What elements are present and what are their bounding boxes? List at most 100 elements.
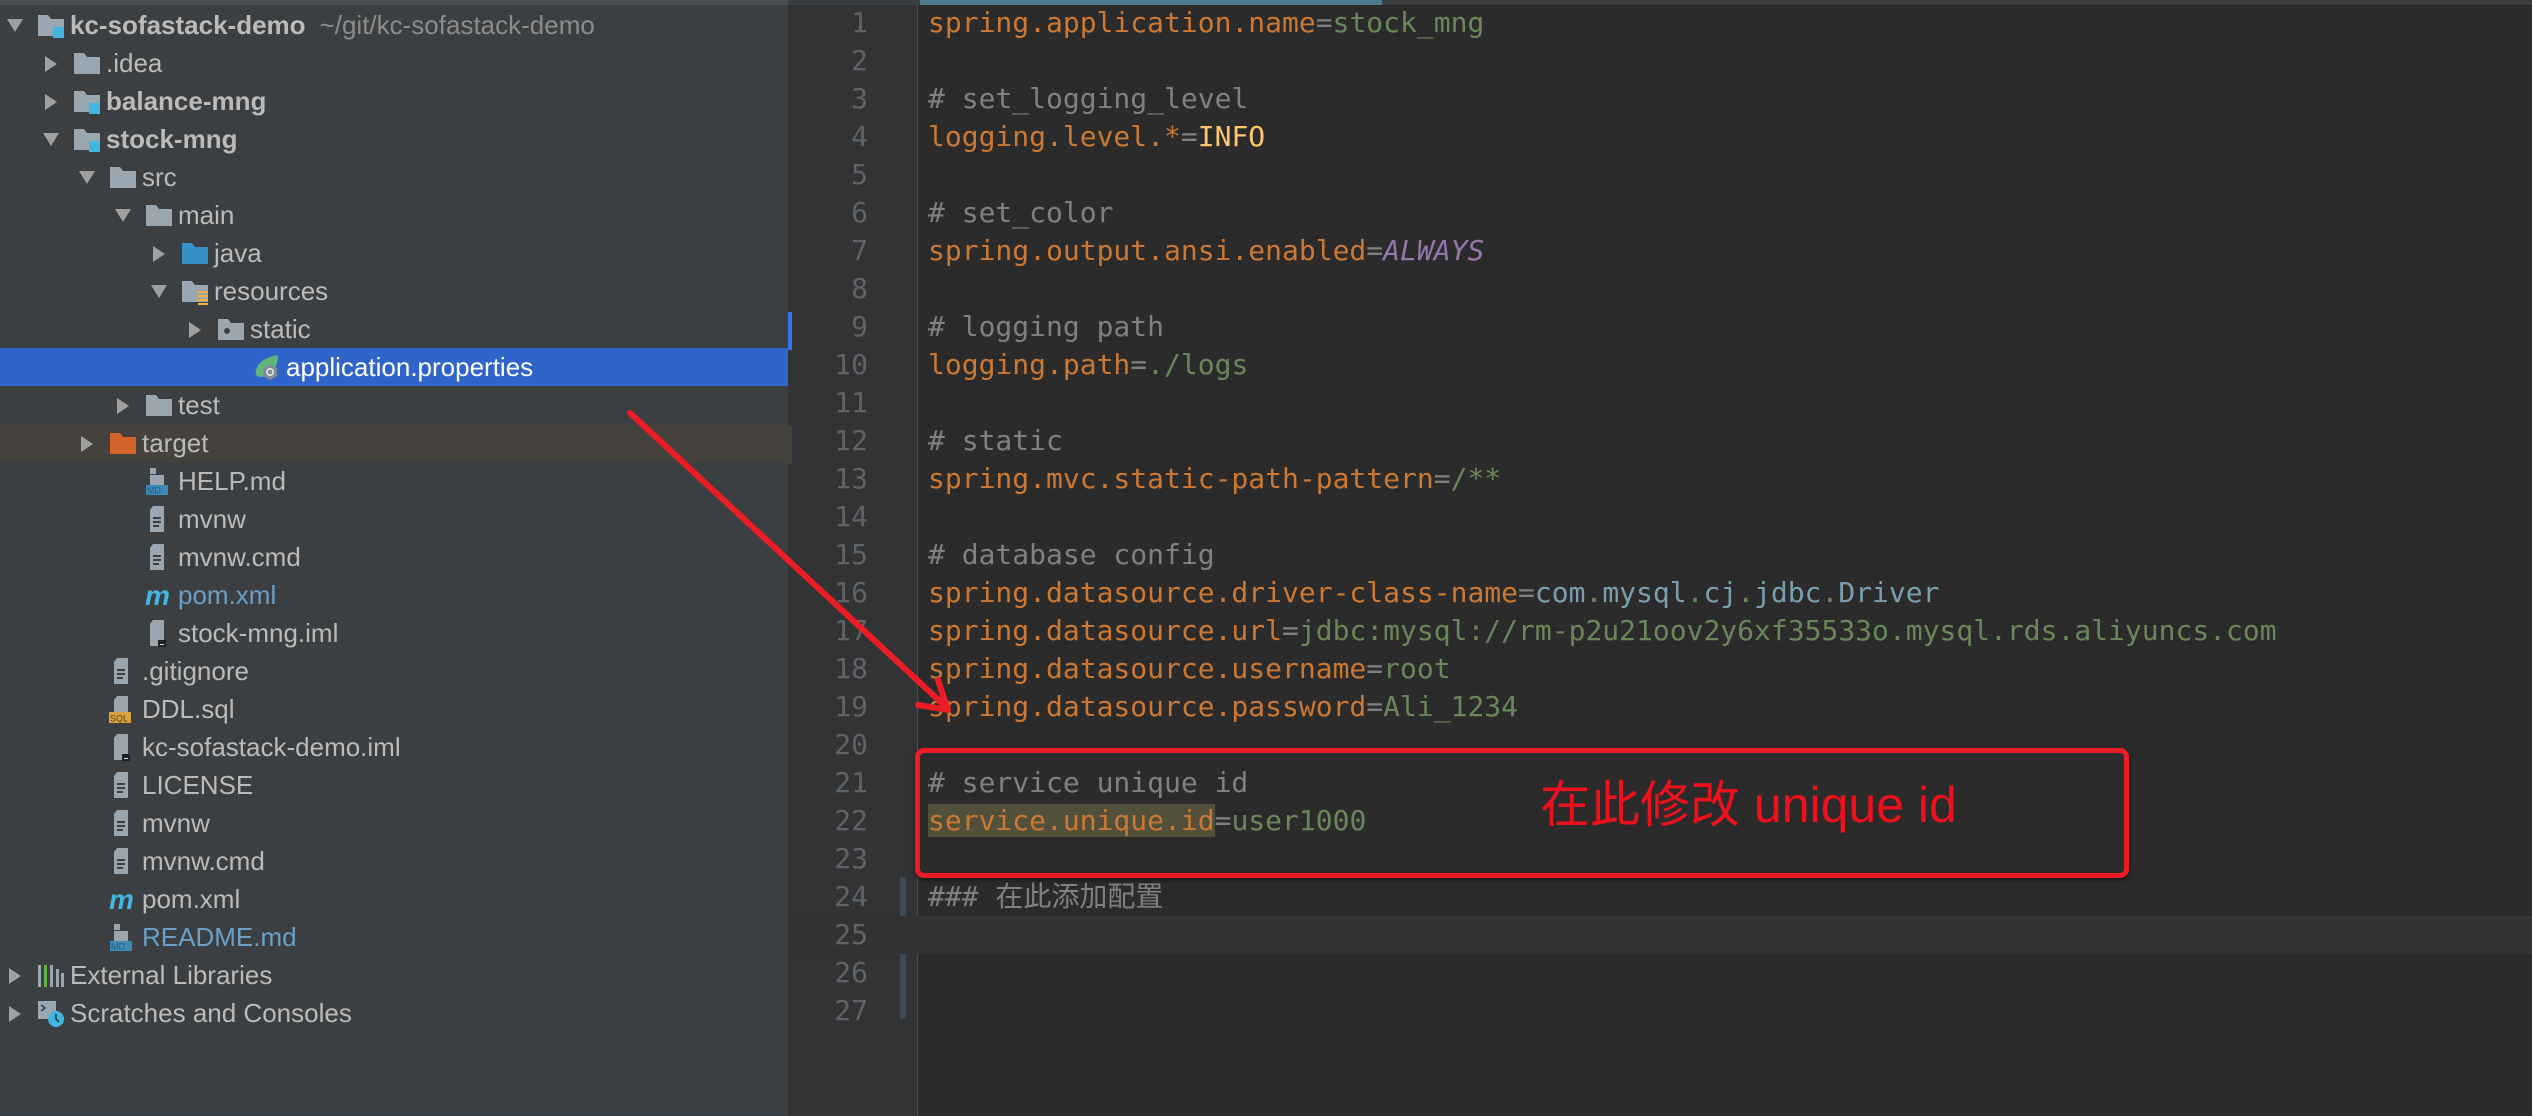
expand-arrow-down-icon[interactable] — [151, 285, 167, 298]
code-line[interactable]: 8 — [788, 270, 2532, 308]
tree-item[interactable]: LICENSE — [0, 766, 788, 804]
code-line[interactable]: 10 logging.path=./logs — [788, 346, 2532, 384]
code-token: Driver — [1838, 576, 1940, 609]
line-number: 10 — [834, 348, 868, 381]
line-number: 26 — [834, 956, 868, 989]
code-token: cj — [1703, 576, 1738, 609]
tree-item[interactable]: static — [0, 310, 788, 348]
code-token: spring.datasource.driver-class-name — [928, 576, 1519, 609]
tree-item[interactable]: m pom.xml — [0, 576, 788, 614]
code-line[interactable]: 6 # set_color — [788, 194, 2532, 232]
iml-file-icon — [144, 619, 174, 647]
resources-folder-icon — [180, 277, 210, 305]
expand-arrow-down-icon[interactable] — [7, 19, 23, 32]
code-line[interactable]: 4 logging.level.*=INFO — [788, 118, 2532, 156]
code-line[interactable]: 16 spring.datasource.driver-class-name=co… — [788, 574, 2532, 612]
line-number: 7 — [851, 234, 868, 267]
code-line[interactable]: 18 spring.datasource.username=root — [788, 650, 2532, 688]
expand-arrow-right-icon[interactable] — [153, 246, 165, 262]
tree-item-label: kc-sofastack-demo ~/git/kc-sofastack-demo — [70, 6, 595, 44]
expand-arrow-right-icon[interactable] — [81, 436, 93, 452]
tree-item[interactable]: .idea — [0, 44, 788, 82]
svg-text:MD: MD — [111, 942, 125, 952]
tree-item-label: kc-sofastack-demo.iml — [142, 728, 401, 766]
tree-item[interactable]: balance-mng — [0, 82, 788, 120]
line-number: 16 — [834, 576, 868, 609]
code-line[interactable]: 14 — [788, 498, 2532, 536]
expand-arrow-down-icon[interactable] — [79, 171, 95, 184]
maven-icon: m — [108, 884, 138, 915]
code-text: spring.datasource.password=Ali_1234 — [928, 688, 1518, 726]
code-line[interactable]: 3 # set_logging_level — [788, 80, 2532, 118]
tree-item[interactable]: target — [0, 424, 788, 462]
expand-arrow-right-icon[interactable] — [117, 398, 129, 414]
code-token: ALWAYS — [1383, 234, 1485, 267]
tree-item-label: mvnw.cmd — [142, 842, 265, 880]
tree-item[interactable]: mvnw.cmd — [0, 842, 788, 880]
tree-item-label: HELP.md — [178, 462, 286, 500]
text-file-icon — [108, 771, 138, 799]
code-token: spring.mvc.static-path-pattern — [928, 462, 1434, 495]
tree-item[interactable]: mvnw — [0, 804, 788, 842]
code-line[interactable]: 12 # static — [788, 422, 2532, 460]
code-line[interactable]: 11 — [788, 384, 2532, 422]
code-token: spring.datasource.url — [928, 614, 1283, 647]
code-line[interactable]: 25 — [788, 916, 2532, 954]
code-line[interactable]: 24 ### 在此添加配置 — [788, 878, 2532, 916]
line-number: 1 — [851, 6, 868, 39]
code-line[interactable]: 19 spring.datasource.password=Ali_1234 — [788, 688, 2532, 726]
code-text: logging.level.*=INFO — [928, 118, 1265, 156]
code-line[interactable]: 17 spring.datasource.url=jdbc:mysql://rm-… — [788, 612, 2532, 650]
tree-item[interactable]: mvnw.cmd — [0, 538, 788, 576]
code-line[interactable]: 13 spring.mvc.static-path-pattern=/** — [788, 460, 2532, 498]
tree-item[interactable]: MD README.md — [0, 918, 788, 956]
tree-item-label: main — [178, 196, 234, 234]
svg-text:MD: MD — [147, 486, 161, 496]
tree-item-name: pom.xml — [178, 580, 277, 610]
tree-item-name: .idea — [106, 48, 163, 78]
tree-item-name: application.properties — [286, 352, 534, 382]
tree-item[interactable]: main — [0, 196, 788, 234]
code-line[interactable]: 7 spring.output.ansi.enabled=ALWAYS — [788, 232, 2532, 270]
code-line[interactable]: 1 spring.application.name=stock_mng — [788, 4, 2532, 42]
tree-item[interactable]: MD HELP.md — [0, 462, 788, 500]
tree-item[interactable]: resources — [0, 272, 788, 310]
tree-item[interactable]: Scratches and Consoles — [0, 994, 788, 1032]
tree-item[interactable]: kc-sofastack-demo.iml — [0, 728, 788, 766]
code-line[interactable]: 9 # logging path — [788, 308, 2532, 346]
tree-item[interactable]: mvnw — [0, 500, 788, 538]
tree-item[interactable]: kc-sofastack-demo ~/git/kc-sofastack-demo — [0, 6, 788, 44]
code-line[interactable]: 27 — [788, 992, 2532, 1030]
line-number: 8 — [851, 272, 868, 305]
tree-item[interactable]: External Libraries — [0, 956, 788, 994]
expand-arrow-right-icon[interactable] — [9, 968, 21, 984]
code-token: # logging path — [928, 310, 1165, 343]
code-line[interactable]: 26 — [788, 954, 2532, 992]
tree-item[interactable]: m pom.xml — [0, 880, 788, 918]
tree-item[interactable]: stock-mng.iml — [0, 614, 788, 652]
tree-item-name: kc-sofastack-demo.iml — [142, 732, 401, 762]
tree-item[interactable]: SQL DDL.sql — [0, 690, 788, 728]
tree-item-label: mvnw.cmd — [178, 538, 301, 576]
expand-arrow-right-icon[interactable] — [45, 56, 57, 72]
tree-item[interactable]: src — [0, 158, 788, 196]
code-line[interactable]: 2 — [788, 42, 2532, 80]
tree-item[interactable]: stock-mng — [0, 120, 788, 158]
tree-item[interactable]: java — [0, 234, 788, 272]
expand-arrow-right-icon[interactable] — [189, 322, 201, 338]
code-line[interactable]: 5 — [788, 156, 2532, 194]
expand-arrow-down-icon[interactable] — [43, 133, 59, 146]
tree-item-label: balance-mng — [106, 82, 266, 120]
tree-item[interactable]: application.properties — [0, 348, 788, 386]
expand-arrow-down-icon[interactable] — [115, 209, 131, 222]
tree-item-label: DDL.sql — [142, 690, 234, 728]
line-number: 25 — [834, 918, 868, 951]
text-file-icon — [108, 847, 138, 875]
tree-item-name: kc-sofastack-demo — [70, 10, 306, 40]
code-line[interactable]: 15 # database config — [788, 536, 2532, 574]
expand-arrow-right-icon[interactable] — [9, 1006, 21, 1022]
tree-item[interactable]: .gitignore — [0, 652, 788, 690]
tree-item[interactable]: test — [0, 386, 788, 424]
expand-arrow-right-icon[interactable] — [45, 94, 57, 110]
code-token: . — [1821, 576, 1839, 609]
